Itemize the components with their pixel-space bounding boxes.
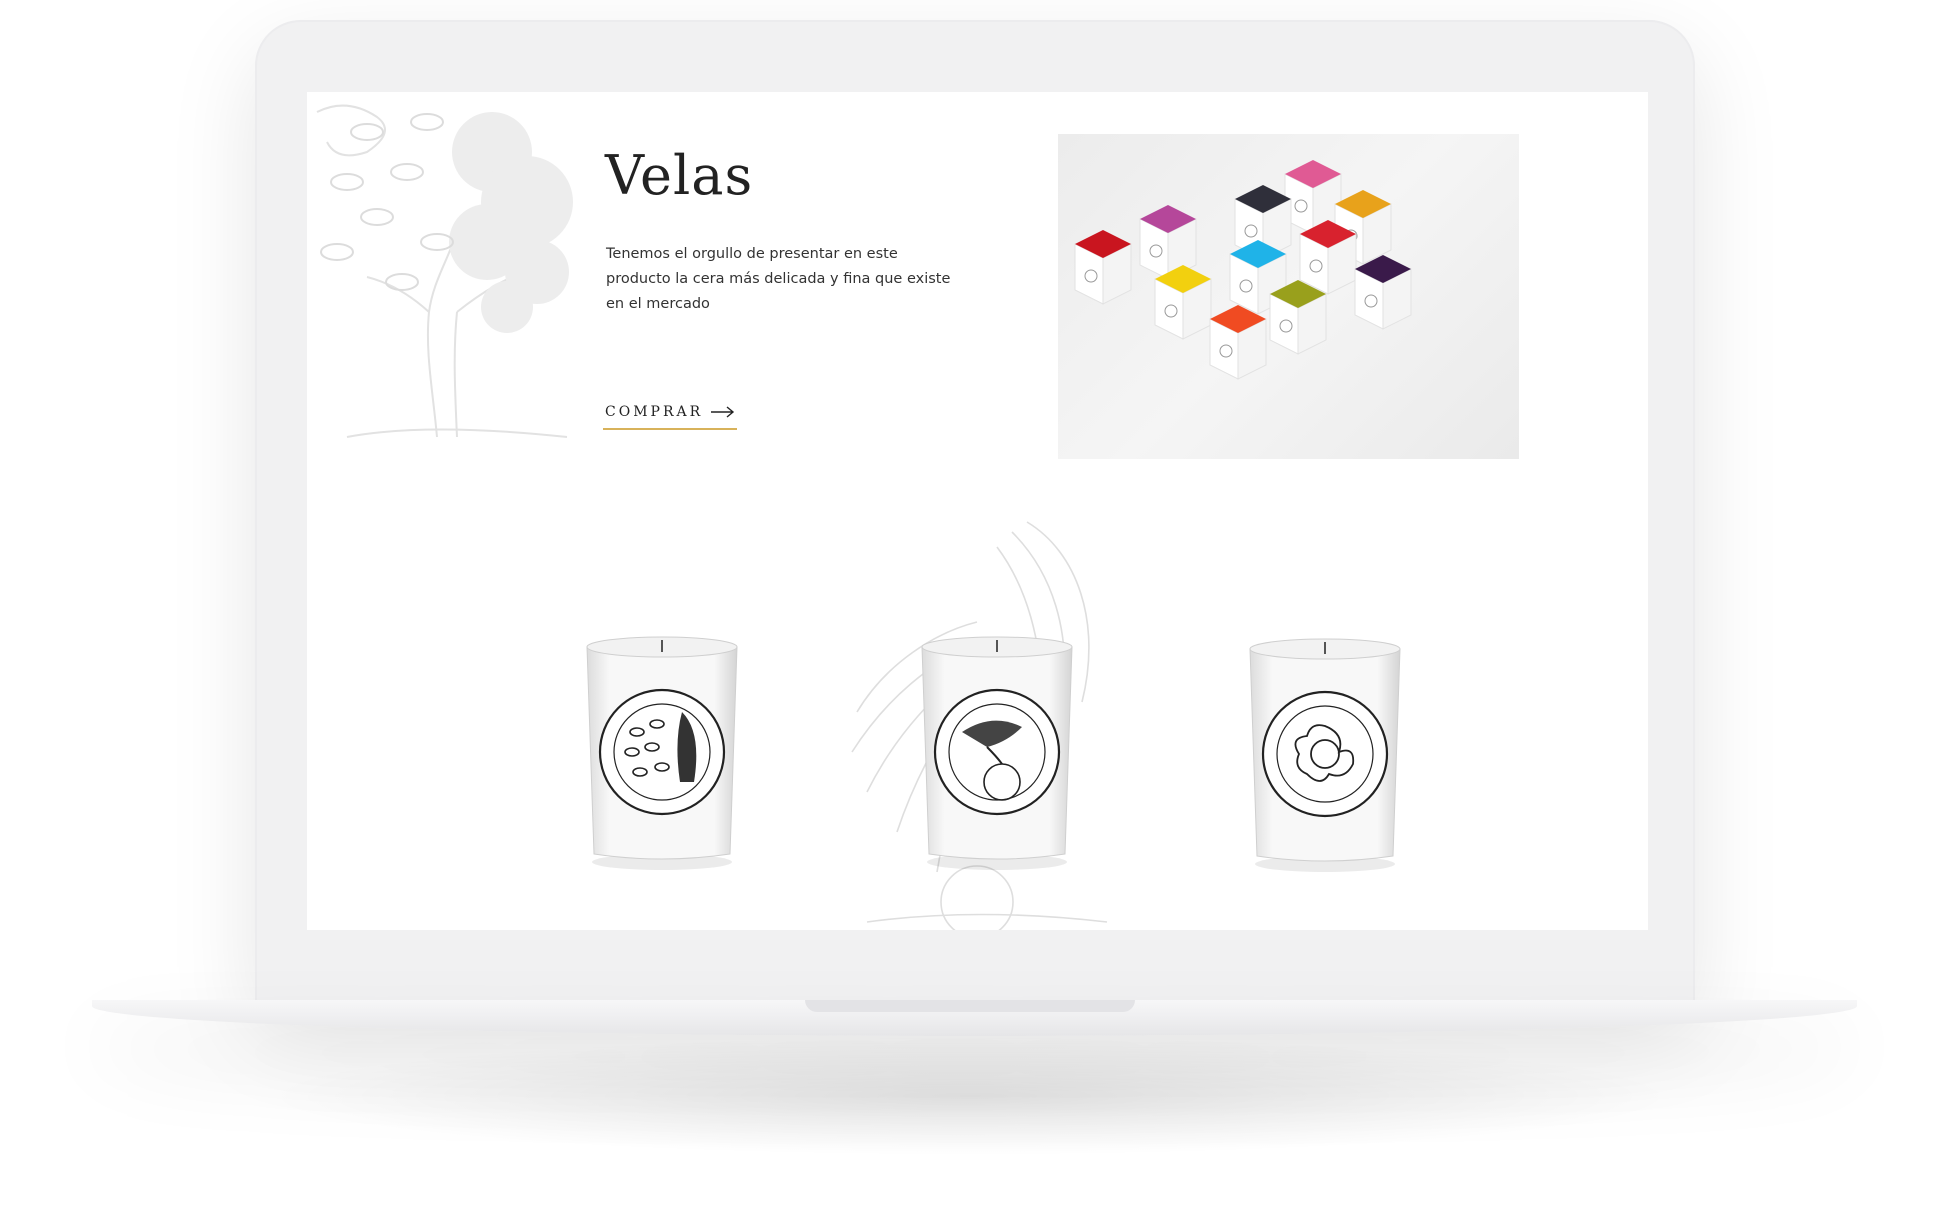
hero-description: Tenemos el orgullo de presentar en este … [606,246,951,312]
laptop-screen: Velas Tenemos el orgullo de presentar en… [307,92,1648,930]
shop-button-label: COMPRAR [605,404,704,420]
product-box [1269,280,1327,355]
arrow-right-icon [711,406,735,418]
tree-illustration [316,104,573,438]
product-box [1154,265,1212,340]
candle-fig-dream[interactable] [1245,634,1405,874]
shop-button[interactable]: COMPRAR [603,404,738,430]
product-box [1299,220,1357,295]
product-box [1354,255,1412,330]
laptop-shadow [260,1036,1680,1156]
candle-smoky-flame[interactable] [582,632,742,872]
candle-garden-angel[interactable] [917,632,1077,872]
product-box [1209,305,1267,380]
product-box [1074,230,1132,305]
laptop-notch [805,1000,1135,1012]
laptop-mockup: Velas Tenemos el orgullo de presentar en… [0,0,1940,1226]
product-boxes-image [1058,134,1519,459]
page-title: Velas [605,144,754,207]
boxes-illustration [1074,160,1412,380]
